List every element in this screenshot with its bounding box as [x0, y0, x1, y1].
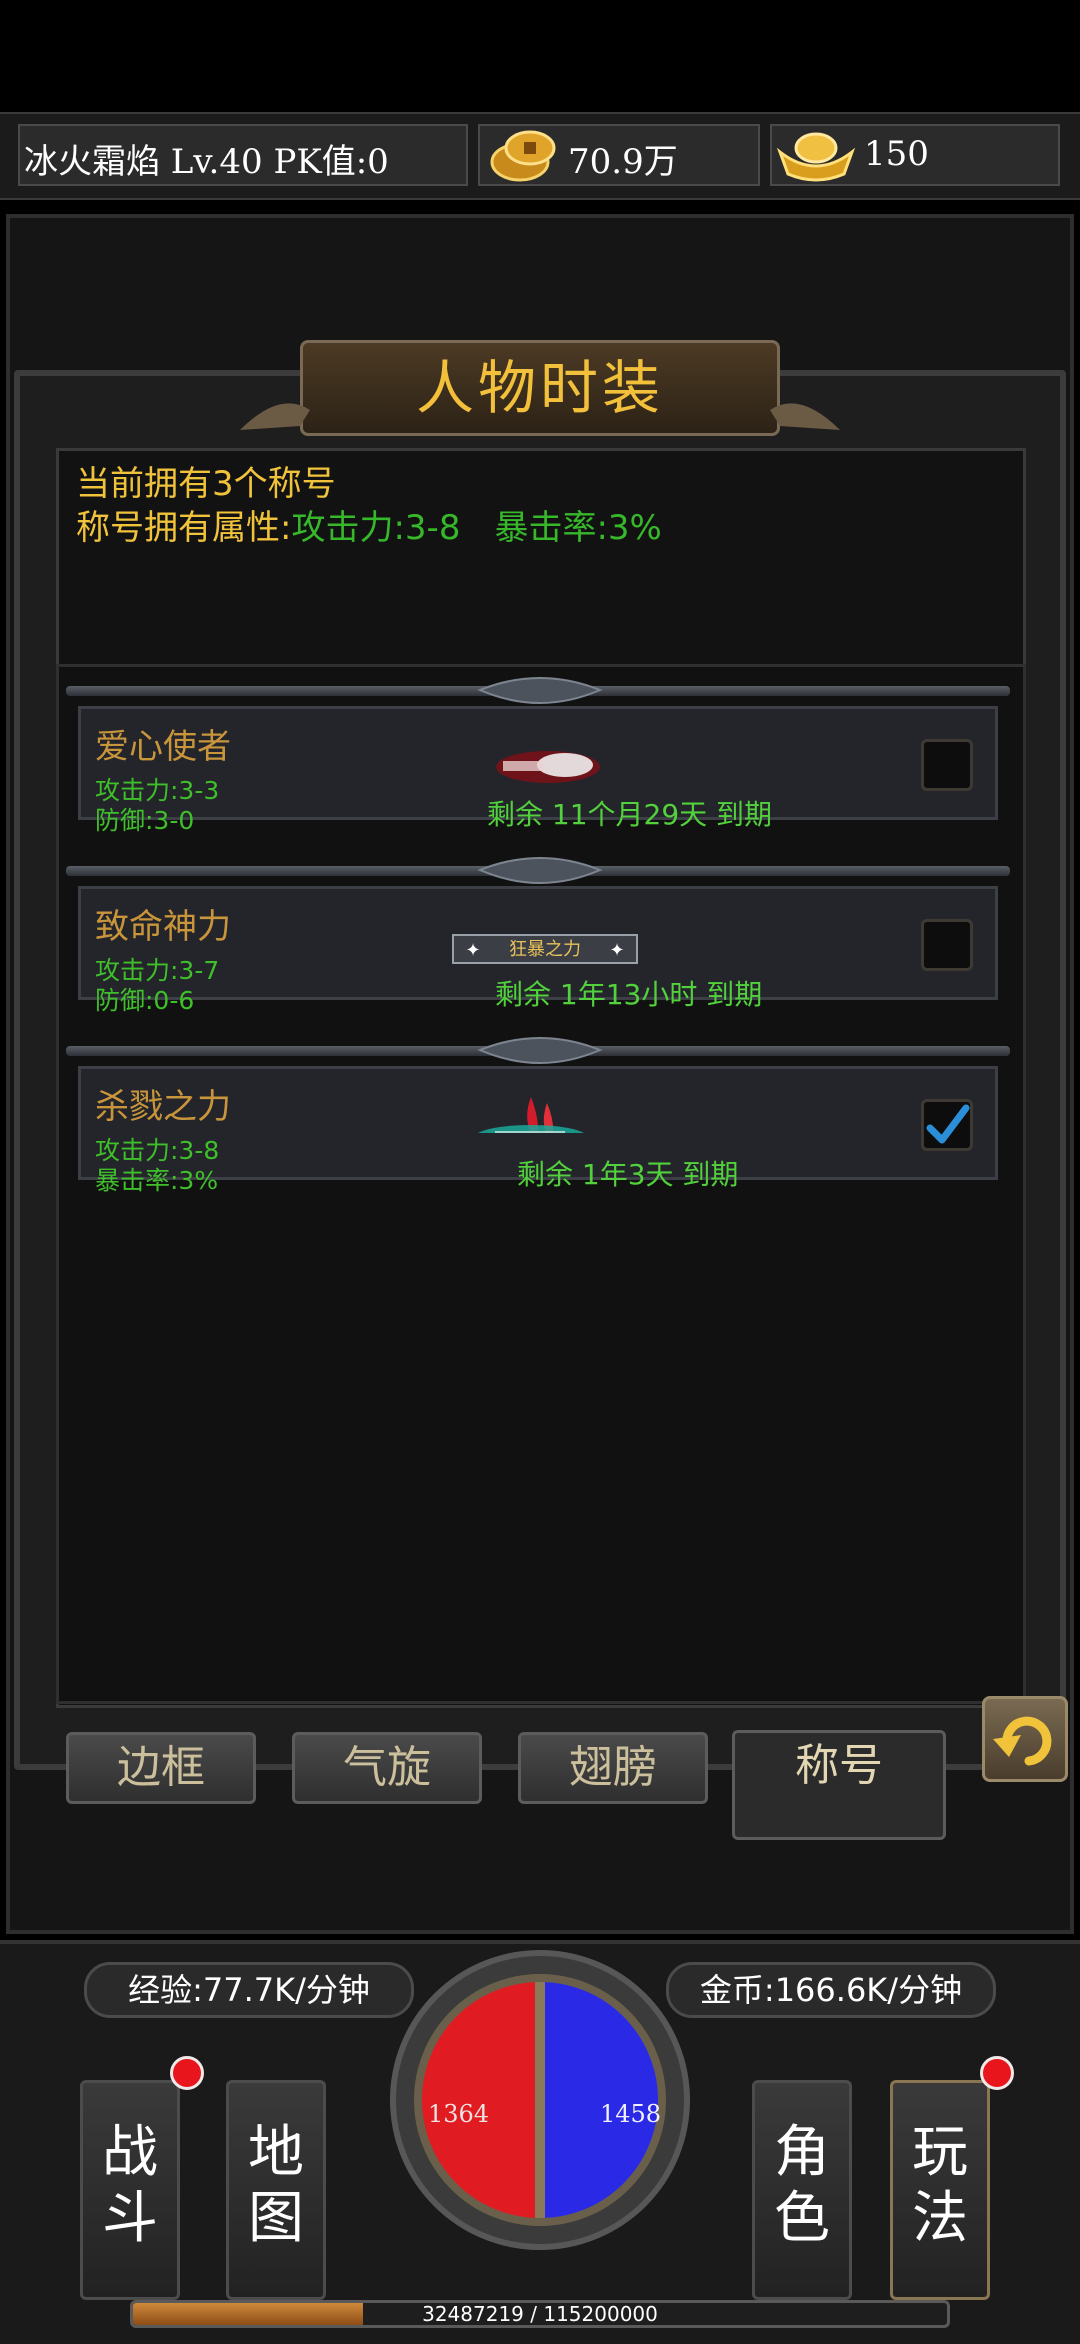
svg-text:✦: ✦: [609, 940, 624, 961]
gold-box: 70.9万: [478, 124, 760, 186]
ingot-box: 150: [770, 124, 1060, 186]
gold-rate-plaque: 金币:166.6K/分钟: [666, 1962, 996, 2018]
panel-title: 人物时装: [415, 354, 664, 422]
title-name: 爱心使者: [95, 727, 231, 767]
attribute-crit: 暴击率:3%: [494, 508, 662, 548]
hp-value: 1364: [428, 2100, 490, 2128]
top-status-bar: 冰火霜焰 Lv.40 PK值:0 70.9万 150: [0, 112, 1080, 200]
gameplay-label: 玩 法: [912, 2120, 968, 2251]
title-stat-defense: 防御:3-0: [95, 806, 195, 835]
svg-text:✦: ✦: [465, 940, 480, 961]
gold-amount: 70.9万: [568, 142, 678, 182]
player-info-text: 冰火霜焰 Lv.40 PK值:0: [24, 142, 389, 182]
gold-coins-icon: [490, 130, 556, 182]
back-button[interactable]: [982, 1696, 1068, 1782]
frenzy-badge-text: 狂暴之力: [509, 939, 581, 959]
title-expiry: 剩余 1年13小时 到期: [495, 978, 763, 1011]
tab-titles[interactable]: 称号: [732, 1730, 946, 1840]
title-select-checkbox[interactable]: [921, 919, 973, 971]
checkmark-icon: [926, 1104, 970, 1144]
frenzy-power-badge-icon: 狂暴之力 ✦ ✦: [452, 934, 638, 964]
title-name: 致命神力: [95, 907, 231, 947]
title-count-text: 当前拥有3个称号: [76, 464, 336, 504]
title-stat-defense: 防御:0-6: [95, 986, 195, 1015]
title-expiry: 剩余 11个月29天 到期: [487, 798, 773, 831]
tab-aura[interactable]: 气旋: [292, 1732, 482, 1804]
rail-ornament-icon: [477, 1037, 603, 1064]
title-stat-crit: 暴击率:3%: [95, 1166, 219, 1195]
gameplay-notification-dot: [980, 2056, 1014, 2090]
attribute-label: 称号拥有属性:: [76, 508, 292, 548]
title-expiry: 剩余 1年3天 到期: [517, 1158, 739, 1191]
attribute-attack: 攻击力:3-8: [291, 508, 461, 548]
battle-notification-dot: [170, 2056, 204, 2090]
return-arrow-icon: [993, 1716, 1052, 1766]
mp-value: 1458: [600, 2100, 662, 2128]
tab-frame[interactable]: 边框: [66, 1732, 256, 1804]
title-row-slaughter-power[interactable]: 杀戮之力 攻击力:3-8 暴击率:3% 剩余 1年3天 到期: [78, 1066, 998, 1195]
title-select-checkbox[interactable]: [921, 1099, 973, 1151]
exp-rate-plaque: 经验:77.7K/分钟: [84, 1962, 414, 2018]
title-select-checkbox[interactable]: [921, 739, 973, 791]
rail-ornament-icon: [477, 677, 603, 704]
map-label: 地 图: [248, 2120, 304, 2251]
gold-ingot-icon: [776, 132, 856, 182]
heart-envoy-badge-icon: [496, 751, 600, 783]
title-attribute-summary: 称号拥有属性:攻击力:3-8 暴击率:3%: [76, 500, 662, 549]
experience-text: 32487219 / 115200000: [422, 2302, 658, 2326]
player-info-box: 冰火霜焰 Lv.40 PK值:0: [18, 124, 468, 186]
battle-label: 战 斗: [102, 2120, 158, 2251]
title-row-lethal-power[interactable]: 致命神力 攻击力:3-7 防御:0-6 狂暴之力 ✦ ✦ 剩余 1年13小时 到…: [78, 886, 998, 1015]
tab-wings[interactable]: 翅膀: [518, 1732, 708, 1804]
rail-ornament-icon: [477, 857, 603, 884]
title-row-heart-envoy[interactable]: 爱心使者 攻击力:3-3 防御:3-0 剩余 11个月29天 到期: [78, 706, 998, 835]
title-name: 杀戮之力: [95, 1087, 231, 1127]
slaughter-power-badge-icon: [478, 1097, 584, 1133]
character-label: 角 色: [774, 2120, 830, 2251]
ingot-amount: 150: [864, 134, 929, 174]
